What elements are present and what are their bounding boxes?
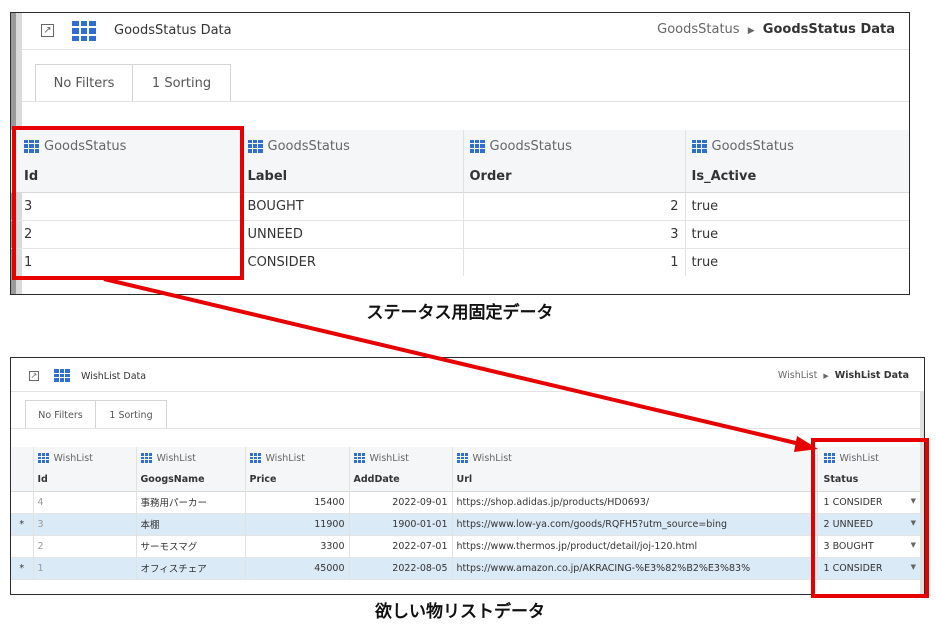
relation-arrow-line: [103, 277, 801, 446]
arrow-overlay: [103, 277, 818, 452]
arrow-head-icon: [794, 436, 818, 452]
